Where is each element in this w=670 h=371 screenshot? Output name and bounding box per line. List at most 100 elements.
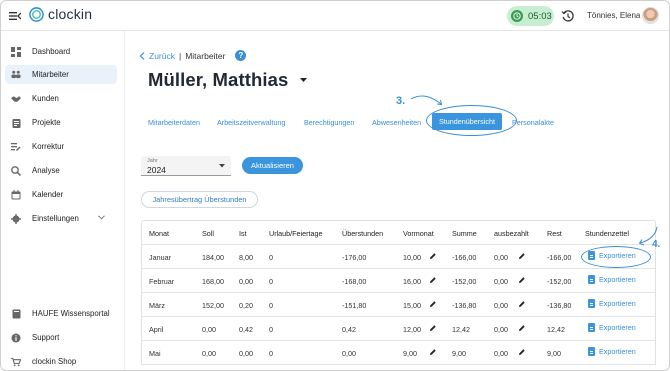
export-button[interactable]: Exportieren — [588, 275, 636, 284]
sidebar-item-label: Einstellungen — [32, 214, 79, 223]
cell-summe: 12,42 — [452, 325, 470, 334]
breadcrumb-separator: | — [178, 50, 182, 61]
export-button[interactable]: Exportieren — [588, 323, 636, 332]
back-link[interactable]: Zurück — [149, 51, 175, 61]
export-button[interactable]: Exportieren — [588, 299, 636, 308]
tab-personalakte[interactable]: Personalakte — [512, 118, 554, 127]
sidebar-item-label: Support — [32, 333, 60, 342]
edit-pencil-icon[interactable] — [518, 324, 526, 332]
cell-urlaub: 0 — [269, 325, 273, 334]
table-row: April 0,00 0,42 0 0,42 12,00 12,42 0,00 … — [142, 317, 655, 341]
document-icon — [588, 347, 595, 356]
sidebar-item-kalender[interactable]: Kalender — [5, 185, 117, 204]
history-icon[interactable] — [561, 9, 575, 23]
analyze-icon — [11, 165, 21, 176]
col-header: Stundenzettel — [585, 229, 629, 238]
edit-pencil-icon[interactable] — [429, 252, 437, 260]
cell-rest: 9,00 — [547, 349, 561, 358]
chevron-down-icon[interactable] — [98, 215, 105, 220]
cell-summe: -152,00 — [452, 277, 477, 286]
sidebar-item-analyse[interactable]: Analyse — [5, 161, 117, 180]
cell-ausbezahlt: 0,00 — [494, 301, 508, 310]
cell-ueberstunden: 0,42 — [342, 325, 356, 334]
edit-pencil-icon[interactable] — [429, 324, 437, 332]
sidebar-item-label: Analyse — [32, 166, 60, 175]
cell-vormonat: 16,00 — [403, 277, 421, 286]
year-select-label: Jahr — [147, 158, 158, 164]
document-icon — [588, 323, 595, 332]
logo-icon — [29, 6, 44, 22]
edit-list-icon — [11, 142, 21, 152]
sidebar-item-projekte[interactable]: Projekte — [5, 113, 117, 132]
sidebar-item-einstellungen[interactable]: Einstellungen — [5, 209, 117, 228]
sidebar-item-support[interactable]: Support — [5, 328, 117, 347]
export-button[interactable]: Exportieren — [588, 347, 636, 356]
cell-ausbezahlt: 0,00 — [494, 277, 508, 286]
cell-vormonat: 10,00 — [403, 253, 421, 262]
cell-ueberstunden: -151,80 — [342, 301, 367, 310]
cell-soll: 184,00 — [202, 253, 224, 262]
sidebar-item-label: Dashboard — [32, 47, 71, 56]
help-icon[interactable]: ? — [235, 50, 247, 61]
clockin-logo[interactable]: clockin — [29, 6, 92, 22]
sidebar-item-dashboard[interactable]: Dashboard — [5, 42, 117, 61]
cell-ueberstunden: 0,00 — [342, 349, 356, 358]
gear-icon — [11, 213, 21, 224]
app-window: clockin 05:03 Tönnies, Elena Dashboard M… — [0, 0, 670, 371]
edit-pencil-icon[interactable] — [518, 300, 526, 308]
cell-vormonat: 9,00 — [403, 349, 417, 358]
info-icon — [11, 333, 21, 343]
annotation-arrow — [410, 95, 443, 106]
cell-ueberstunden: -176,00 — [342, 253, 367, 262]
table-row: Mai 0,00 0,00 0 0,00 9,00 9,00 0,00 9,00… — [142, 341, 655, 365]
book-icon — [11, 309, 21, 319]
year-select[interactable]: Jahr 2024 — [141, 156, 231, 176]
edit-pencil-icon[interactable] — [429, 348, 437, 356]
sidebar-item-label: HAUFE Wissensportal — [32, 309, 110, 318]
cell-ueberstunden: -168,00 — [342, 277, 367, 286]
annotation-arrow — [638, 226, 658, 246]
timer-value: 05:03 — [528, 10, 552, 22]
tab-mitarbeiterdaten[interactable]: Mitarbeiterdaten — [148, 118, 200, 127]
carryover-button[interactable]: Jahresübertrag Überstunden — [141, 191, 258, 208]
sidebar: Dashboard Mitarbeiter Kunden Projekte Ko… — [1, 31, 125, 370]
running-timer[interactable]: 05:03 — [507, 6, 554, 26]
cell-ist: 0,42 — [239, 325, 253, 334]
cell-soll: 0,00 — [202, 349, 216, 358]
employee-dropdown-icon[interactable] — [300, 78, 307, 83]
annotation-highlight-tab — [426, 105, 517, 136]
cell-summe: -166,00 — [452, 253, 477, 262]
export-label: Exportieren — [599, 299, 636, 308]
tab-abwesenheiten[interactable]: Abwesenheiten — [372, 118, 421, 127]
collapse-menu-icon[interactable] — [9, 10, 21, 22]
col-header: Soll — [202, 229, 214, 238]
logo-text: clockin — [48, 6, 93, 22]
chevron-left-icon[interactable] — [139, 51, 145, 60]
sidebar-item-mitarbeiter[interactable]: Mitarbeiter — [5, 65, 117, 84]
col-header: Vormonat — [403, 229, 434, 238]
col-header: Summe — [452, 229, 477, 238]
edit-pencil-icon[interactable] — [518, 252, 526, 260]
sidebar-item-haufe[interactable]: HAUFE Wissensportal — [5, 304, 117, 323]
annotation-step-3: 3. — [396, 95, 406, 107]
year-select-value: 2024 — [147, 165, 166, 175]
edit-pencil-icon[interactable] — [429, 300, 437, 308]
avatar[interactable] — [642, 7, 659, 24]
caret-down-icon — [219, 164, 225, 168]
tab-berechtigungen[interactable]: Berechtigungen — [304, 118, 354, 127]
sidebar-item-korrektur[interactable]: Korrektur — [5, 137, 117, 156]
document-icon — [588, 275, 595, 284]
edit-pencil-icon[interactable] — [429, 276, 437, 284]
cell-ausbezahlt: 0,00 — [494, 325, 508, 334]
user-name[interactable]: Tönnies, Elena — [587, 11, 640, 20]
edit-pencil-icon[interactable] — [518, 348, 526, 356]
annotation-highlight-export — [581, 246, 651, 268]
sidebar-item-kunden[interactable]: Kunden — [5, 89, 117, 108]
refresh-button[interactable]: Aktualisieren — [242, 157, 303, 174]
sidebar-item-shop[interactable]: clockin Shop — [5, 352, 117, 370]
col-header: Monat — [149, 229, 169, 238]
sidebar-item-label: Kalender — [32, 190, 64, 199]
tab-arbeitszeitverwaltung[interactable]: Arbeitszeitverwaltung — [217, 118, 285, 127]
edit-pencil-icon[interactable] — [518, 276, 526, 284]
clock-icon — [511, 10, 523, 22]
